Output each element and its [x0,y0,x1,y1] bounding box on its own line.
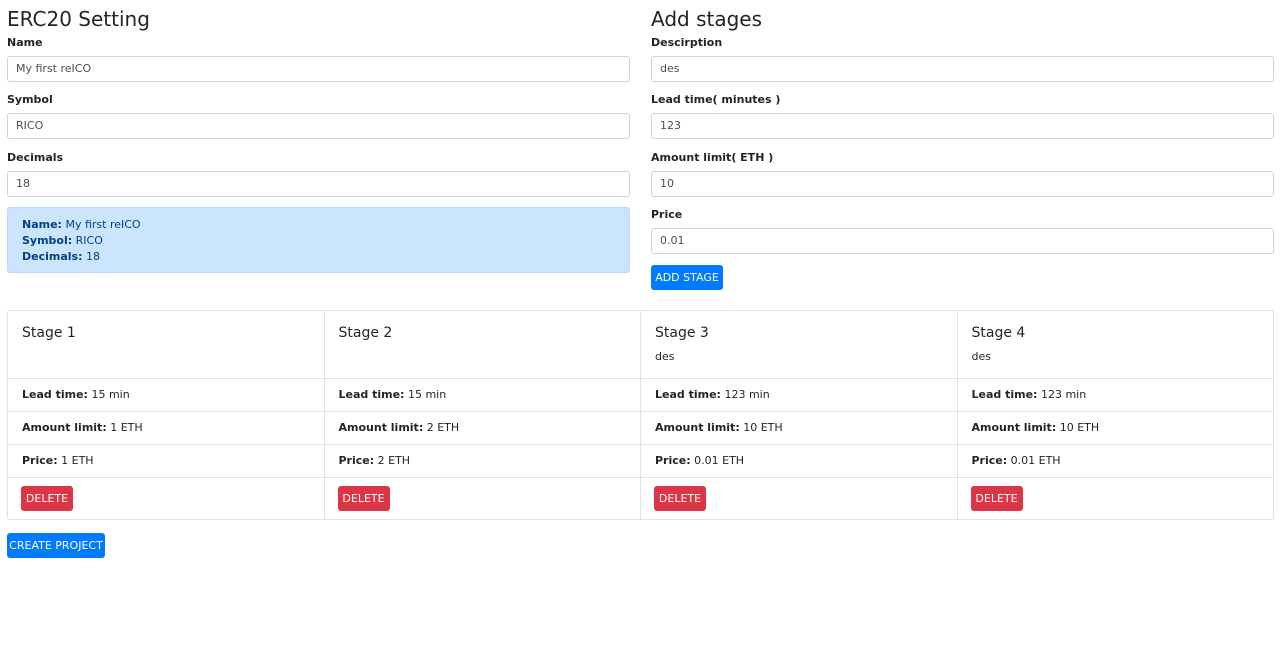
summary-symbol-label: Symbol: [22,234,73,247]
summary-decimals-value: 18 [85,250,100,263]
stage-amount-limit-label: Amount limit: [338,421,424,434]
summary-decimals-label: Decimals: [22,250,83,263]
symbol-field-group: Symbol RICO [7,93,630,139]
stage-amount-limit-label: Amount limit: [971,421,1057,434]
stage-title: Stage 3 [655,325,709,341]
stage-card-4: Stage 4 des Lead time: 123 min Amount li… [956,311,1274,519]
stage-amount-limit-label: Amount limit: [655,421,740,434]
summary-name-label: Name: [22,218,62,231]
stage-price-value: 1 ETH [61,454,94,467]
stage-title: Stage 2 [338,325,393,341]
summary-symbol-value: RICO [75,234,103,247]
stage-description: des [971,350,991,363]
stage-card-footer: DELETE [325,477,641,519]
description-label: Descirption [651,36,723,49]
stage-lead-time: Lead time: 15 min [8,379,324,412]
stage-lead-time-value: 123 min [724,388,770,401]
stage-lead-time-value: 123 min [1040,388,1087,401]
stage-amount-limit-value: 10 ETH [1059,421,1100,434]
summary-symbol-row: Symbol: RICO [22,233,615,249]
stage-title: Stage 4 [971,325,1026,341]
amount-limit-field-group: Amount limit( ETH ) 10 [651,151,1274,197]
name-label: Name [7,36,43,49]
description-input[interactable]: des [651,56,1274,82]
stage-card-2: Stage 2 Lead time: 15 min Amount limit: … [323,311,641,519]
stage-amount-limit-value: 2 ETH [426,421,460,434]
delete-stage-button[interactable]: DELETE [654,486,706,511]
amount-limit-label: Amount limit( ETH ) [651,151,774,164]
token-summary-alert: Name: My first reICO Symbol: RICO Decima… [7,207,630,273]
create-project-button[interactable]: CREATE PROJECT [7,533,105,558]
erc20-title: ERC20 Setting [7,7,150,31]
symbol-label: Symbol [7,93,53,106]
stage-lead-time: Lead time: 123 min [957,379,1273,412]
lead-time-input[interactable]: 123 [651,113,1274,139]
stage-price-value: 0.01 ETH [694,454,745,467]
stage-card-footer: DELETE [641,477,957,519]
lead-time-field-group: Lead time( minutes ) 123 [651,93,1274,139]
stage-lead-time: Lead time: 123 min [641,379,957,412]
stage-price-label: Price: [655,454,691,467]
stage-title: Stage 1 [22,325,76,341]
stage-card-3: Stage 3 des Lead time: 123 min Amount li… [640,311,957,519]
stage-amount-limit: Amount limit: 10 ETH [641,412,957,445]
decimals-input[interactable]: 18 [7,171,630,197]
lead-time-label: Lead time( minutes ) [651,93,781,106]
stage-card-header: Stage 2 [324,311,640,379]
name-input[interactable]: My first reICO [7,56,630,82]
summary-name-value: My first reICO [65,218,141,231]
stage-lead-time-value: 15 min [91,388,130,401]
delete-stage-button[interactable]: DELETE [337,486,390,511]
stage-lead-time-value: 15 min [407,388,447,401]
page: ERC20 Setting Name My first reICO Symbol… [0,0,1280,671]
stage-price-value: 0.01 ETH [1010,454,1061,467]
stage-card-footer: DELETE [8,477,324,519]
stage-price-label: Price: [338,454,375,467]
add-stage-button[interactable]: ADD STAGE [651,265,723,290]
decimals-field-group: Decimals 18 [7,151,630,197]
stage-lead-time-label: Lead time: [655,388,721,401]
stages-card-deck: Stage 1 Lead time: 15 min Amount limit: … [7,310,1274,520]
stage-price: Price: 2 ETH [324,445,640,478]
stage-lead-time-label: Lead time: [971,388,1038,401]
symbol-input[interactable]: RICO [7,113,630,139]
stage-amount-limit: Amount limit: 10 ETH [957,412,1273,445]
summary-name-row: Name: My first reICO [22,217,615,233]
stage-description: des [655,350,675,363]
delete-stage-button[interactable]: DELETE [21,486,73,511]
stage-price: Price: 0.01 ETH [641,445,957,478]
stage-card-header: Stage 4 des [957,311,1273,379]
stage-lead-time-label: Lead time: [338,388,405,401]
stage-amount-limit-value: 1 ETH [110,421,143,434]
stage-lead-time-label: Lead time: [22,388,88,401]
stage-price-label: Price: [971,454,1008,467]
stage-price: Price: 1 ETH [8,445,324,478]
price-field-group: Price 0.01 [651,208,1274,254]
amount-limit-input[interactable]: 10 [651,171,1274,197]
decimals-label: Decimals [7,151,64,164]
description-field-group: Descirption des [651,36,1274,82]
stage-amount-limit: Amount limit: 2 ETH [324,412,640,445]
stage-card-footer: DELETE [958,477,1274,519]
stage-lead-time: Lead time: 15 min [324,379,640,412]
name-field-group: Name My first reICO [7,36,630,82]
stage-card-header: Stage 1 [8,311,324,379]
stage-card-1: Stage 1 Lead time: 15 min Amount limit: … [8,311,324,519]
stage-amount-limit: Amount limit: 1 ETH [8,412,324,445]
delete-stage-button[interactable]: DELETE [970,486,1023,511]
add-stages-title: Add stages [651,7,763,31]
stage-price: Price: 0.01 ETH [957,445,1273,478]
price-label: Price [651,208,683,221]
stage-amount-limit-value: 10 ETH [743,421,783,434]
stage-price-label: Price: [22,454,58,467]
price-input[interactable]: 0.01 [651,228,1274,254]
stage-amount-limit-label: Amount limit: [22,421,107,434]
summary-decimals-row: Decimals: 18 [22,249,615,265]
stage-price-value: 2 ETH [377,454,411,467]
stage-card-header: Stage 3 des [641,311,957,379]
